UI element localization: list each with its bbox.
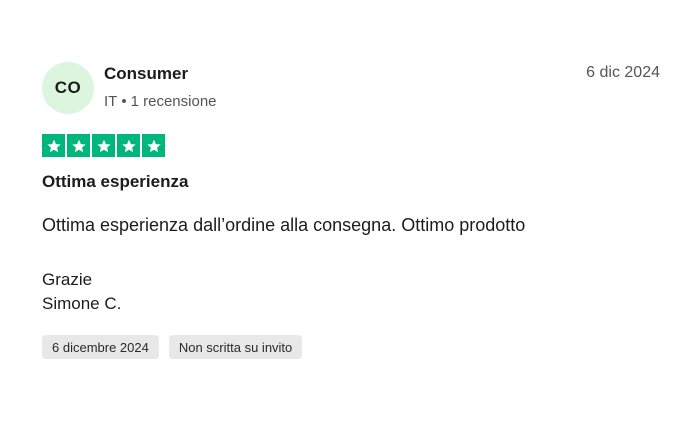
review-closing: Grazie Simone C. (42, 268, 121, 316)
invitation-status-badge[interactable]: Non scritta su invito (168, 335, 303, 359)
review-closing-greeting: Grazie (42, 270, 93, 289)
star-icon (42, 134, 65, 157)
star-icon (142, 134, 165, 157)
meta-separator: • (121, 93, 127, 110)
star-icon (117, 134, 140, 157)
star-icon (92, 134, 115, 157)
author-name[interactable]: Consumer (104, 64, 188, 84)
avatar: CO (42, 62, 94, 114)
review-date: 6 dic 2024 (586, 64, 660, 81)
review-closing-signature: Simone C. (42, 294, 122, 313)
star-rating (42, 134, 165, 157)
author-meta: IT • 1 recensione (104, 93, 217, 110)
author-country: IT (104, 93, 118, 110)
avatar-initials: CO (54, 78, 82, 97)
review-tags: 6 dicembre 2024 Non scritta su invito (42, 335, 303, 359)
experience-date-badge: 6 dicembre 2024 (42, 335, 159, 359)
author-reviews-count: 1 recensione (130, 93, 217, 110)
star-icon (67, 134, 90, 157)
review-title[interactable]: Ottima esperienza (42, 172, 188, 192)
review-body: Ottima esperienza dall’ordine alla conse… (42, 215, 526, 235)
